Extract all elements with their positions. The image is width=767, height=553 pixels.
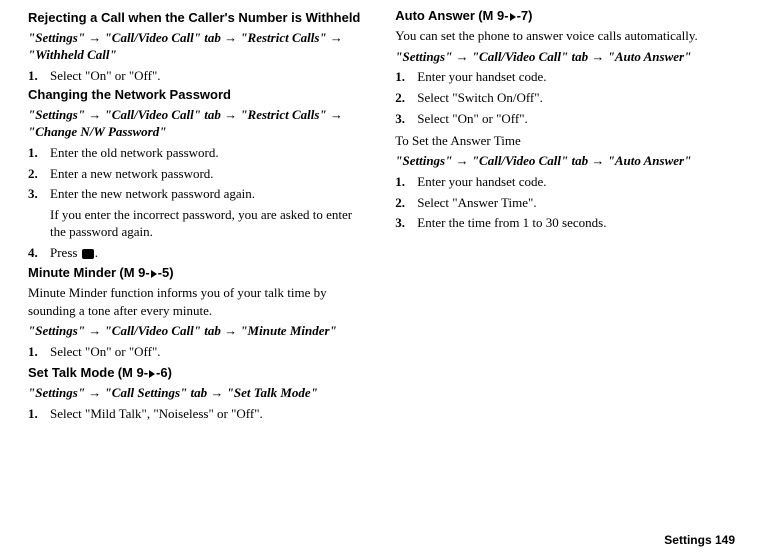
triangle-icon [510,13,516,21]
desc-auto: You can set the phone to answer voice ca… [395,27,736,45]
triangle-icon [149,370,155,378]
list-item: Select "Mild Talk", "Noiseless" or "Off"… [28,405,369,423]
list-item: Enter your handset code. [395,173,736,191]
steps-rejecting: Select "On" or "Off". [28,67,369,85]
path-rejecting: "Settings" → "Call/Video Call" tab → "Re… [28,30,369,64]
right-column: Auto Answer (M 9- -7) You can set the pho… [395,8,736,551]
heading-auto-wrap: Auto Answer (M 9- -7) [395,8,736,24]
key-icon [82,249,94,259]
heading-minute: Minute Minder [28,265,116,280]
list-item: Enter a new network password. [28,165,369,183]
list-item: Select "On" or "Off". [28,343,369,361]
mcode-auto: (M 9- -7) [478,8,532,23]
left-column: Rejecting a Call when the Caller's Numbe… [28,8,369,551]
mcode-pre: (M 9- [119,265,149,280]
heading-talk-wrap: Set Talk Mode (M 9- -6) [28,365,369,381]
list-item: Select "On" or "Off". [395,110,736,128]
path-answer-time: "Settings" → "Call/Video Call" tab → "Au… [395,153,736,170]
desc-minute: Minute Minder function informs you of yo… [28,284,369,319]
list-item: Enter the old network password. [28,144,369,162]
heading-rejecting: Rejecting a Call when the Caller's Numbe… [28,11,369,26]
mcode-pre: (M 9- [118,365,148,380]
mcode-post: -7) [517,8,533,23]
heading-talk: Set Talk Mode [28,365,114,380]
page: Rejecting a Call when the Caller's Numbe… [0,0,767,553]
list-item: Select "Switch On/Off". [395,89,736,107]
step-suffix: . [95,245,98,260]
step-text: Enter the new network password again. [50,186,255,201]
mcode-post: -6) [156,365,172,380]
path-minute: "Settings" → "Call/Video Call" tab → "Mi… [28,323,369,340]
path-talk: "Settings" → "Call Settings" tab → "Set … [28,385,369,402]
path-changing: "Settings" → "Call/Video Call" tab → "Re… [28,107,369,141]
page-footer: Settings 149 [664,533,735,547]
list-item: Select "Answer Time". [395,194,736,212]
heading-changing: Changing the Network Password [28,88,369,103]
steps-talk: Select "Mild Talk", "Noiseless" or "Off"… [28,405,369,423]
steps-answer-time: Enter your handset code. Select "Answer … [395,173,736,232]
list-item: Enter the new network password again. If… [28,185,369,241]
steps-minute: Select "On" or "Off". [28,343,369,361]
list-item: Enter your handset code. [395,68,736,86]
steps-changing: Enter the old network password. Enter a … [28,144,369,261]
mcode-pre: (M 9- [478,8,508,23]
heading-minute-wrap: Minute Minder (M 9- -5) [28,265,369,281]
heading-auto: Auto Answer [395,8,475,23]
list-item: Enter the time from 1 to 30 seconds. [395,214,736,232]
mcode-minute: (M 9- -5) [119,265,173,280]
steps-auto: Enter your handset code. Select "Switch … [395,68,736,127]
list-item: Press . [28,244,369,262]
mcode-post: -5) [158,265,174,280]
mcode-talk: (M 9- -6) [118,365,172,380]
triangle-icon [151,270,157,278]
heading-answer-time: To Set the Answer Time [395,133,736,149]
step-note: If you enter the incorrect password, you… [50,206,369,241]
list-item: Select "On" or "Off". [28,67,369,85]
step-text: Press [50,245,81,260]
path-auto: "Settings" → "Call/Video Call" tab → "Au… [395,49,736,66]
